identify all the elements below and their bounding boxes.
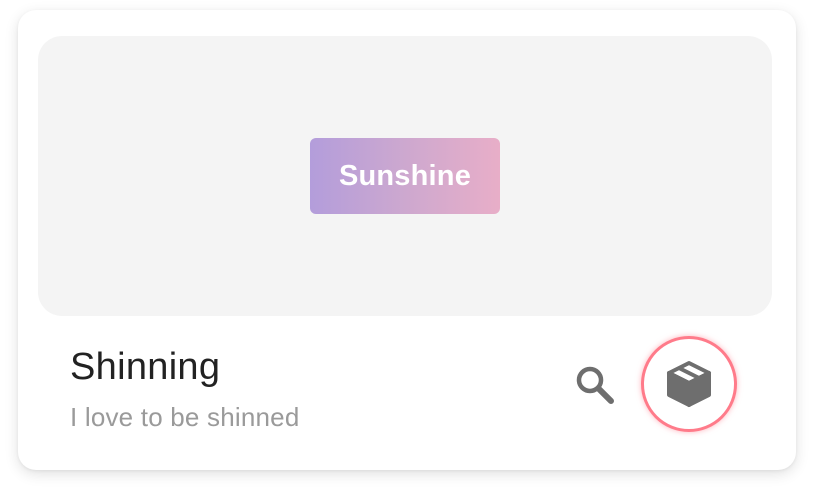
card: Sunshine Shinning I love to be shinned — [18, 10, 796, 470]
sunshine-button[interactable]: Sunshine — [310, 138, 500, 214]
package-button[interactable] — [641, 336, 737, 432]
package-icon — [667, 361, 711, 407]
search-button[interactable] — [566, 356, 624, 414]
card-subtitle: I love to be shinned — [70, 402, 300, 432]
card-title: Shinning — [70, 346, 221, 388]
card-preview: Sunshine — [38, 36, 772, 316]
search-icon — [576, 366, 614, 404]
